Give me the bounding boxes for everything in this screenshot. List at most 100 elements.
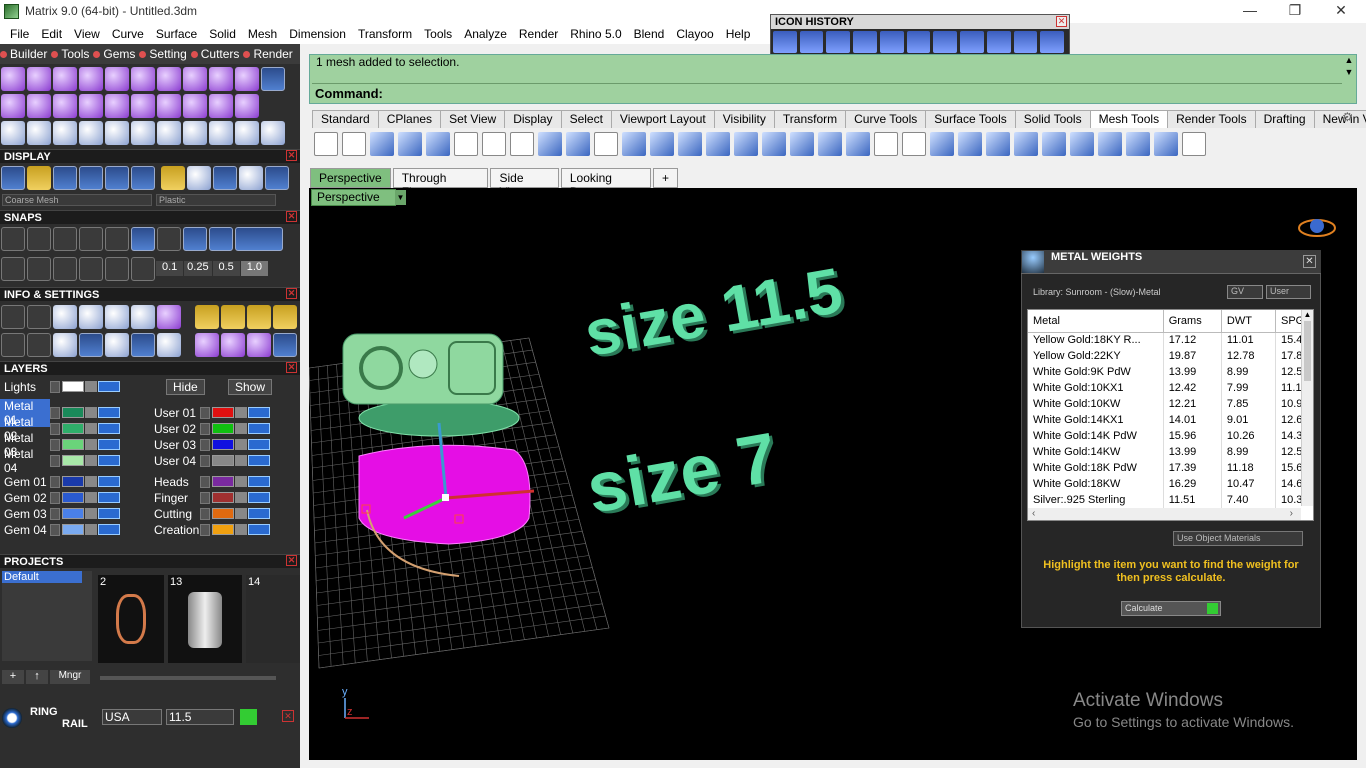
layer-visibility-toggle[interactable] [98,455,120,466]
menu-analyze[interactable]: Analyze [458,27,513,41]
group-icon[interactable] [183,121,207,145]
menu-edit[interactable]: Edit [35,27,68,41]
layer-color-swatch[interactable] [62,524,84,535]
curve-icon[interactable] [53,121,77,145]
table-row[interactable]: Yellow Gold:22KY 19.87 12.78 17.89 [1028,348,1313,364]
layer-row[interactable]: User 04 [150,453,270,468]
array-icon[interactable] [157,121,181,145]
layer-visibility-toggle[interactable] [98,407,120,418]
printer-icon[interactable] [53,305,77,329]
gv-library-button[interactable]: GV [1227,285,1263,299]
sphere-tool-icon[interactable] [27,67,51,91]
mesh-cross-icon[interactable] [958,132,982,156]
mesh-layers-icon[interactable] [734,132,758,156]
image-icon[interactable] [247,305,271,329]
mesh-check-icon[interactable] [678,132,702,156]
mesh-tool-icon[interactable] [874,132,898,156]
lock-icon[interactable] [235,476,247,487]
wrench-icon[interactable] [342,132,366,156]
tab-cutters[interactable]: Cutters [191,47,240,61]
layer-expand-icon[interactable] [50,523,60,536]
layer-color-swatch[interactable] [62,476,84,487]
column-header-grams[interactable]: Grams [1163,310,1222,333]
tab-render[interactable]: Render [243,47,292,61]
cone-tool-icon[interactable] [235,94,259,118]
line-tool-icon[interactable] [799,31,824,53]
mirror-icon[interactable] [79,121,103,145]
layer-color-swatch[interactable] [212,524,234,535]
layer-expand-icon[interactable] [50,475,60,488]
layer-row[interactable]: User 03 [150,437,270,452]
table-row[interactable]: White Gold:18KW 16.29 10.47 14.66 [1028,476,1313,492]
layer-color-swatch[interactable] [212,492,234,503]
close-icon[interactable]: ✕ [286,555,297,566]
layout-grid-icon[interactable] [1,333,25,357]
wireframe-icon[interactable] [1,166,25,190]
tab-render-tools[interactable]: Render Tools [1167,110,1256,128]
ring-rail-close-icon[interactable]: ✕ [282,710,294,722]
viewport-tab-through-finger[interactable]: Through Finger [392,168,489,199]
mesh-grid-icon[interactable] [426,132,450,156]
layer-color-swatch[interactable] [212,439,234,450]
object-icon[interactable] [157,305,181,329]
snap-end-icon[interactable] [1,227,25,251]
hide-button[interactable]: Hide [166,378,205,395]
add-viewport-icon[interactable]: + [652,168,678,188]
layer-visibility-toggle[interactable] [98,492,120,503]
layer-color-swatch[interactable] [212,455,234,466]
lock-icon[interactable] [235,423,247,434]
lock-icon[interactable] [235,508,247,519]
arrange-icon[interactable] [131,333,155,357]
metal-table-hscroll[interactable]: ‹ › [1028,508,1301,520]
edit-icon[interactable] [131,305,155,329]
cylinder-tool-icon[interactable] [131,94,155,118]
curve-icon[interactable] [27,121,51,145]
mesh-density-select[interactable]: Coarse Mesh [2,194,152,206]
project-thumb[interactable]: 2 [98,575,164,663]
box-info-icon[interactable] [79,305,103,329]
show-button[interactable]: Show [228,378,273,395]
lock-icon[interactable] [85,407,97,418]
lock-icon[interactable] [85,492,97,503]
lock-icon[interactable] [85,455,97,466]
tab-drafting[interactable]: Drafting [1254,110,1315,128]
layer-expand-icon[interactable] [200,491,210,504]
icon-history-close-icon[interactable]: ✕ [1056,16,1067,27]
cube-view-icon[interactable] [27,257,51,281]
tab-display[interactable]: Display [504,110,562,128]
mesh-tool-icon[interactable] [1154,132,1178,156]
lock-icon[interactable] [235,455,247,466]
tab-viewport-layout[interactable]: Viewport Layout [610,110,715,128]
back-arrow-icon[interactable] [1013,31,1038,53]
layer-expand-icon[interactable] [200,523,210,536]
layer-color-swatch[interactable] [62,407,84,418]
tab-solid-tools[interactable]: Solid Tools [1014,110,1091,128]
layer-expand-icon[interactable] [200,438,210,451]
layer-expand-icon[interactable] [200,507,210,520]
cplane-icon[interactable] [79,257,103,281]
rendered-icon[interactable] [79,166,103,190]
ungroup-icon[interactable] [209,121,233,145]
layer-expand-icon[interactable] [50,406,60,419]
box-tool-icon[interactable] [933,31,958,53]
cube-tool-icon[interactable] [157,67,181,91]
viewport-label[interactable]: Perspective ▼ [311,189,406,206]
monitor-icon[interactable] [27,333,51,357]
mesh-grid-icon[interactable] [1070,132,1094,156]
mesh-plane-icon[interactable] [790,132,814,156]
mesh-tool-icon[interactable] [902,132,926,156]
gem-tool-icon[interactable] [235,67,259,91]
snap-perp-icon[interactable] [157,227,181,251]
layer-visibility-toggle[interactable] [248,423,270,434]
command-prompt[interactable]: Command: [315,86,383,101]
menu-rhino5[interactable]: Rhino 5.0 [564,27,627,41]
layer-visibility-toggle[interactable] [98,439,120,450]
cone-tool-icon[interactable] [209,94,233,118]
cylinder-tool-icon[interactable] [209,67,233,91]
lock-icon[interactable] [235,492,247,503]
tab-curve-tools[interactable]: Curve Tools [845,110,927,128]
tab-new-in-v5[interactable]: New in V5 [1313,110,1366,128]
cone-tool-icon[interactable] [986,31,1011,53]
column-header-metal[interactable]: Metal [1028,310,1164,333]
metal-weights-close-icon[interactable]: ✕ [1303,255,1316,268]
